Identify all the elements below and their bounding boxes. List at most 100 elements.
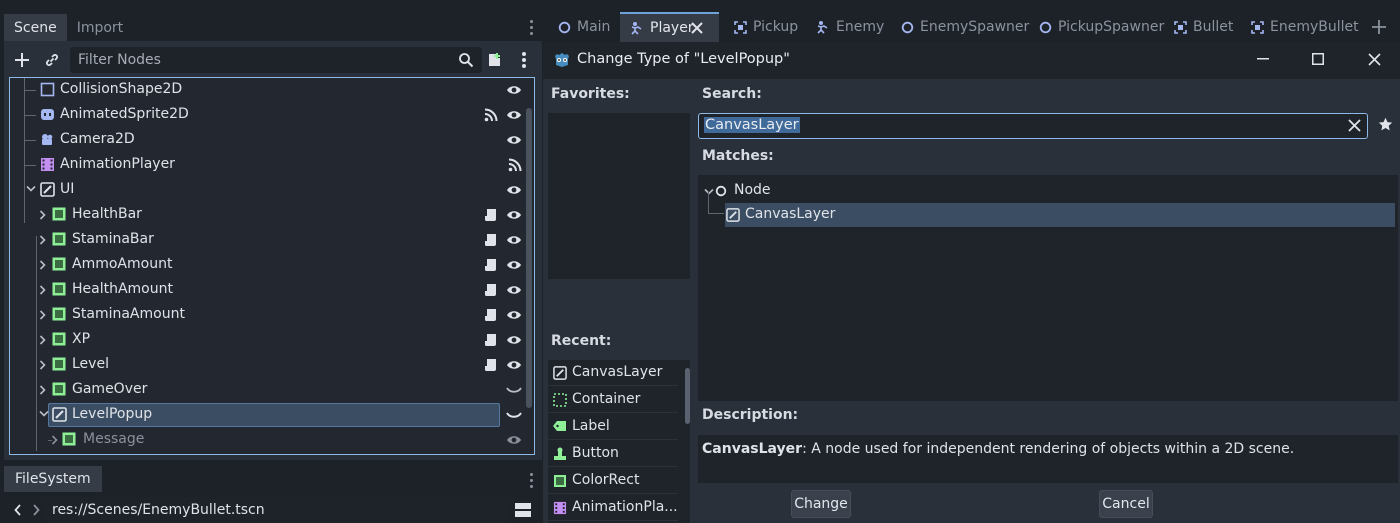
- tab-scene[interactable]: Scene: [4, 14, 67, 41]
- minimize-icon[interactable]: [1257, 58, 1269, 60]
- visibility-icon[interactable]: [506, 308, 522, 322]
- visibility-icon[interactable]: [506, 358, 522, 372]
- tab-pickupspawner[interactable]: PickupSpawner: [1039, 12, 1164, 42]
- split-view-icon[interactable]: [515, 502, 531, 518]
- cancel-button[interactable]: Cancel: [1099, 490, 1153, 518]
- chevron-right-icon[interactable]: [39, 310, 47, 320]
- filesystem-path-field[interactable]: res://Scenes/EnemyBullet.tscn: [46, 497, 510, 523]
- script-icon[interactable]: [484, 308, 497, 322]
- visibility-icon[interactable]: [506, 258, 522, 272]
- hidden-eye-icon[interactable]: [506, 411, 522, 421]
- add-tab-icon[interactable]: [1371, 19, 1387, 35]
- script-icon[interactable]: [484, 208, 497, 222]
- close-icon[interactable]: [1368, 53, 1381, 66]
- chevron-down-icon[interactable]: [26, 185, 36, 193]
- tab-enemyspawner[interactable]: EnemySpawner: [901, 12, 1029, 42]
- visibility-icon[interactable]: [506, 233, 522, 247]
- tab-bullet[interactable]: Bullet: [1174, 12, 1233, 42]
- tab-enemybullet[interactable]: EnemyBullet: [1251, 12, 1359, 42]
- chevron-right-icon[interactable]: [39, 285, 47, 295]
- tree-row-staminaamount[interactable]: StaminaAmount: [10, 303, 534, 328]
- recent-list[interactable]: CanvasLayer Container Label Button Color…: [548, 360, 690, 523]
- add-node-icon[interactable]: [10, 48, 34, 72]
- script-icon[interactable]: [484, 333, 497, 347]
- recent-item-button[interactable]: Button: [548, 441, 678, 467]
- link-icon[interactable]: [40, 48, 64, 72]
- tree-row-gameover[interactable]: GameOver: [10, 378, 534, 403]
- star-icon[interactable]: [1378, 117, 1393, 132]
- scene-menu-icon[interactable]: [512, 48, 536, 72]
- tab-pickup[interactable]: Pickup: [734, 12, 798, 42]
- recent-item-animationplayer[interactable]: AnimationPla...: [548, 495, 678, 521]
- tree-row-ui[interactable]: UI: [10, 178, 534, 203]
- tree-row-healthamount[interactable]: HealthAmount: [10, 278, 534, 303]
- tree-row-animatedsprite2d[interactable]: AnimatedSprite2D: [10, 103, 534, 128]
- hidden-eye-icon[interactable]: [506, 386, 522, 396]
- chevron-right-icon[interactable]: [39, 260, 47, 270]
- add-script-icon[interactable]: [482, 48, 506, 72]
- tree-row-camera2d[interactable]: Camera2D: [10, 128, 534, 153]
- chevron-right-icon[interactable]: [39, 385, 47, 395]
- chevron-right-icon[interactable]: [51, 435, 59, 445]
- match-row-canvaslayer[interactable]: CanvasLayer: [725, 203, 1395, 227]
- visibility-icon[interactable]: [506, 183, 522, 197]
- filter-nodes-field[interactable]: [70, 47, 482, 73]
- recent-item-canvaslayer[interactable]: CanvasLayer: [548, 360, 678, 386]
- signals-icon[interactable]: [508, 158, 522, 172]
- tab-import[interactable]: Import: [67, 14, 133, 41]
- script-icon[interactable]: [484, 283, 497, 297]
- chevron-down-icon[interactable]: [39, 410, 49, 418]
- script-icon[interactable]: [484, 258, 497, 272]
- dock-menu-icon[interactable]: [526, 20, 536, 35]
- visibility-icon[interactable]: [506, 283, 522, 297]
- tab-player[interactable]: Player: [620, 12, 719, 42]
- search-input[interactable]: CanvasLayer: [698, 113, 1368, 139]
- chevron-right-icon[interactable]: [39, 210, 47, 220]
- tree-scrollbar[interactable]: [526, 108, 532, 408]
- chevron-right-icon[interactable]: [39, 335, 47, 345]
- recent-item-container[interactable]: Container: [548, 387, 678, 413]
- recent-item-colorrect[interactable]: ColorRect: [548, 468, 678, 494]
- match-row-node[interactable]: Node: [698, 179, 998, 203]
- tree-row-levelpopup[interactable]: LevelPopup: [10, 403, 534, 428]
- visibility-icon[interactable]: [506, 83, 522, 97]
- tab-main[interactable]: Main: [558, 12, 610, 42]
- script-icon[interactable]: [484, 233, 497, 247]
- back-icon[interactable]: [14, 504, 22, 516]
- visibility-icon[interactable]: [506, 108, 522, 122]
- favorites-list[interactable]: [548, 113, 690, 279]
- scene-tree[interactable]: CollisionShape2D AnimatedSprite2D Camera…: [9, 77, 535, 455]
- tree-row-message[interactable]: Message: [10, 428, 534, 453]
- recent-item-label-node[interactable]: Label: [548, 414, 678, 440]
- clear-icon[interactable]: [1348, 119, 1361, 132]
- chevron-right-icon[interactable]: [39, 360, 47, 370]
- tab-label: Bullet: [1193, 19, 1234, 35]
- tab-enemy[interactable]: Enemy: [816, 12, 884, 42]
- tree-row-staminabar[interactable]: StaminaBar: [10, 228, 534, 253]
- script-icon[interactable]: [484, 358, 497, 372]
- recent-scrollbar[interactable]: [685, 368, 690, 424]
- chevron-down-icon[interactable]: [704, 188, 714, 196]
- maximize-icon[interactable]: [1312, 53, 1324, 65]
- filter-nodes-input[interactable]: [78, 52, 438, 68]
- visibility-icon[interactable]: [506, 133, 522, 147]
- tree-row-animationplayer[interactable]: AnimationPlayer: [10, 153, 534, 178]
- tree-row-collisionshape2d[interactable]: CollisionShape2D: [10, 78, 534, 103]
- tab-filesystem[interactable]: FileSystem: [4, 466, 102, 492]
- visibility-icon[interactable]: [506, 433, 522, 447]
- tree-row-level[interactable]: Level: [10, 353, 534, 378]
- signals-icon[interactable]: [484, 108, 498, 122]
- change-button[interactable]: Change: [791, 490, 851, 518]
- close-icon[interactable]: [691, 22, 703, 34]
- tree-row-healthbar[interactable]: HealthBar: [10, 203, 534, 228]
- chevron-right-icon[interactable]: [39, 235, 47, 245]
- search-value: CanvasLayer: [704, 117, 800, 133]
- dialog-titlebar[interactable]: Change Type of "LevelPopup": [543, 42, 1400, 79]
- tree-row-xp[interactable]: XP: [10, 328, 534, 353]
- dock-menu-icon[interactable]: [526, 473, 536, 488]
- visibility-icon[interactable]: [506, 208, 522, 222]
- visibility-icon[interactable]: [506, 333, 522, 347]
- matches-tree[interactable]: Node CanvasLayer: [698, 175, 1398, 401]
- forward-icon[interactable]: [32, 504, 40, 516]
- tree-row-ammoamount[interactable]: AmmoAmount: [10, 253, 534, 278]
